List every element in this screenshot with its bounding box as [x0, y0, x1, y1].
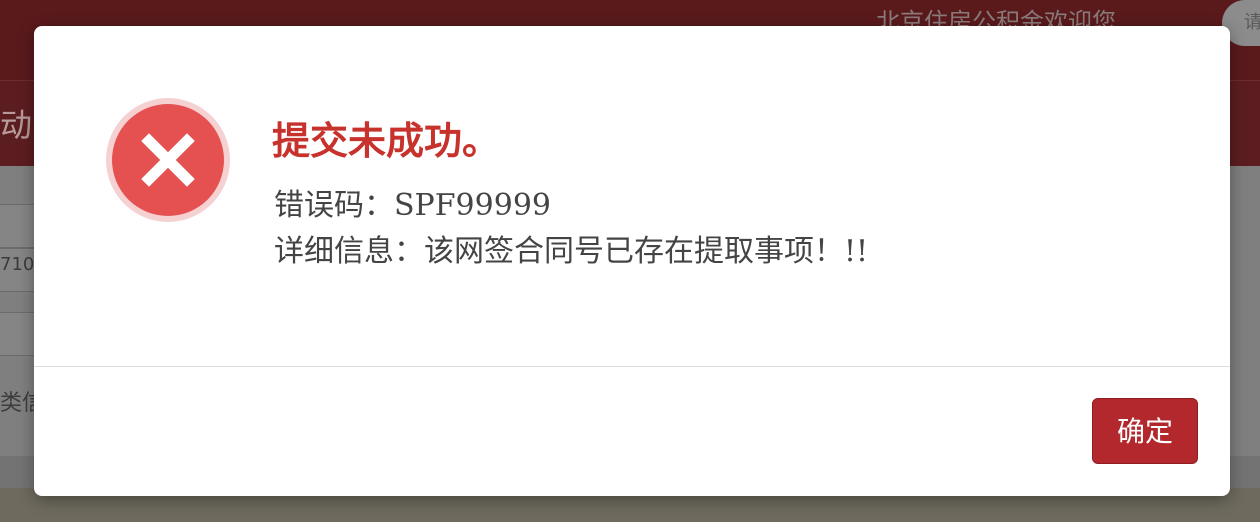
error-dialog: 提交未成功。 错误码：SPF99999 详细信息：该网签合同号已存在提取事项！!… — [34, 26, 1230, 496]
search-placeholder: 请 — [1244, 12, 1260, 33]
form-field-value: 710 — [0, 254, 35, 275]
dialog-divider — [34, 366, 1230, 367]
error-code-text: 错误码：SPF99999 — [274, 188, 551, 223]
dialog-body: 提交未成功。 错误码：SPF99999 详细信息：该网签合同号已存在提取事项！!… — [34, 26, 1230, 366]
error-x-icon — [106, 98, 230, 222]
dialog-title: 提交未成功。 — [272, 118, 501, 163]
error-detail-text: 详细信息：该网签合同号已存在提取事项！!! — [274, 234, 869, 269]
confirm-button[interactable]: 确定 — [1092, 398, 1198, 464]
